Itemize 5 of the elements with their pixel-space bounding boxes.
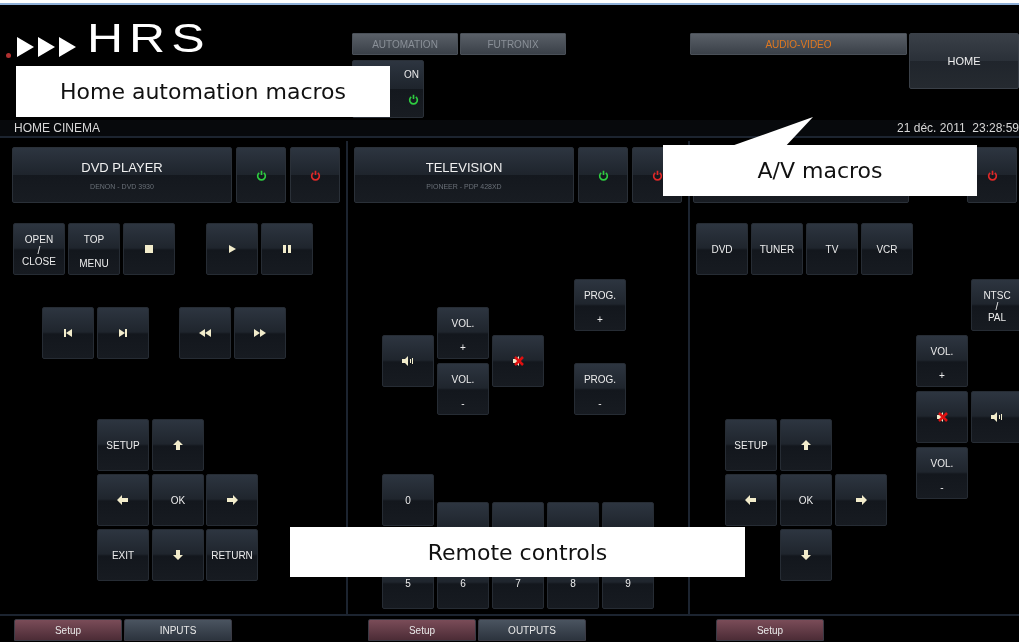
- date-time: 21 déc. 2011 23:28:59: [897, 121, 1019, 136]
- room-name: HOME CINEMA: [14, 121, 100, 136]
- annotation-tooltip: Home automation macros: [16, 66, 390, 117]
- logo-text: HRS: [87, 21, 211, 57]
- annotation-tooltip: Remote controls: [290, 527, 745, 577]
